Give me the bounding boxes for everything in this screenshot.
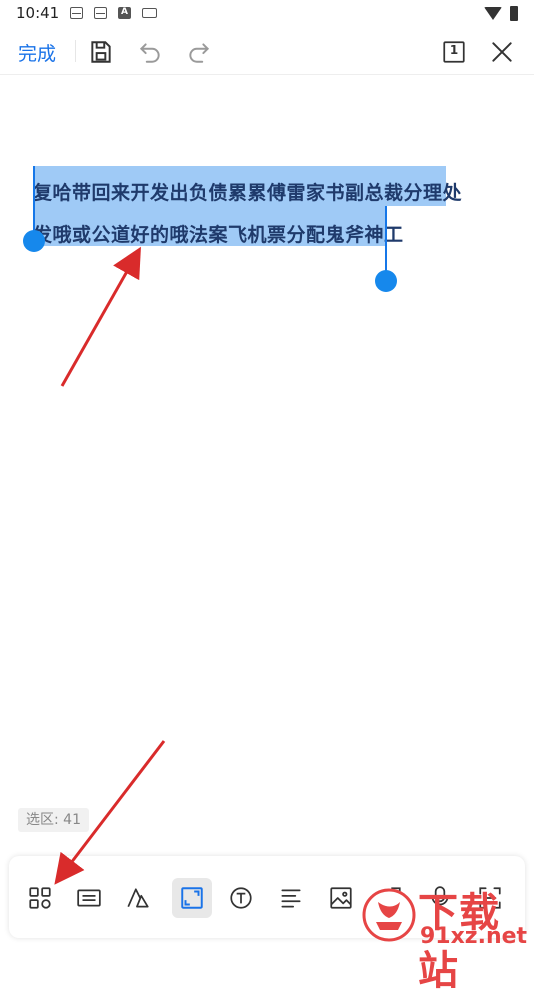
selection-start-handle[interactable]	[23, 230, 45, 252]
image-icon[interactable]	[321, 878, 361, 918]
apps-icon[interactable]	[20, 878, 60, 918]
selection-count-badge: 选区: 41	[18, 808, 89, 832]
annotation-arrow-top	[60, 246, 141, 387]
watermark-logo-icon	[362, 888, 416, 942]
page-count-icon[interactable]: 1	[441, 39, 467, 65]
notification-icons: A	[70, 7, 157, 19]
toolbar-divider	[75, 40, 76, 62]
redo-icon[interactable]	[186, 39, 212, 65]
done-button[interactable]: 完成	[18, 39, 56, 66]
battery-icon	[510, 6, 518, 21]
text-icon[interactable]	[221, 878, 261, 918]
document-text-line[interactable]: 复哈带回来开发出负债累累傅雷家书副总裁分理处	[33, 178, 462, 205]
watermark: 下载站 91xz.net	[362, 880, 534, 994]
selection-end-caret	[385, 206, 387, 272]
selection-end-handle[interactable]	[375, 270, 397, 292]
handwriting-icon[interactable]	[118, 878, 158, 918]
document-text-line[interactable]: 发哦或公道好的哦法案飞机票分配鬼斧神工	[33, 220, 404, 247]
page-number: 1	[449, 43, 459, 57]
keyboard-icon[interactable]	[69, 878, 109, 918]
undo-icon[interactable]	[137, 39, 163, 65]
save-icon[interactable]	[88, 39, 114, 65]
select-area-icon[interactable]	[172, 878, 212, 918]
close-icon[interactable]	[489, 39, 515, 65]
status-time: 10:41	[16, 4, 60, 22]
align-icon[interactable]	[271, 878, 311, 918]
wifi-icon	[484, 7, 502, 20]
font-icon: A	[118, 7, 131, 19]
editor-toolbar: 完成 1	[0, 28, 534, 75]
mail-icon	[94, 7, 107, 19]
status-bar: 10:41 A	[0, 0, 534, 28]
watermark-url: 91xz.net	[420, 924, 528, 949]
mail-icon	[70, 7, 83, 19]
keyboard-icon	[142, 8, 157, 18]
